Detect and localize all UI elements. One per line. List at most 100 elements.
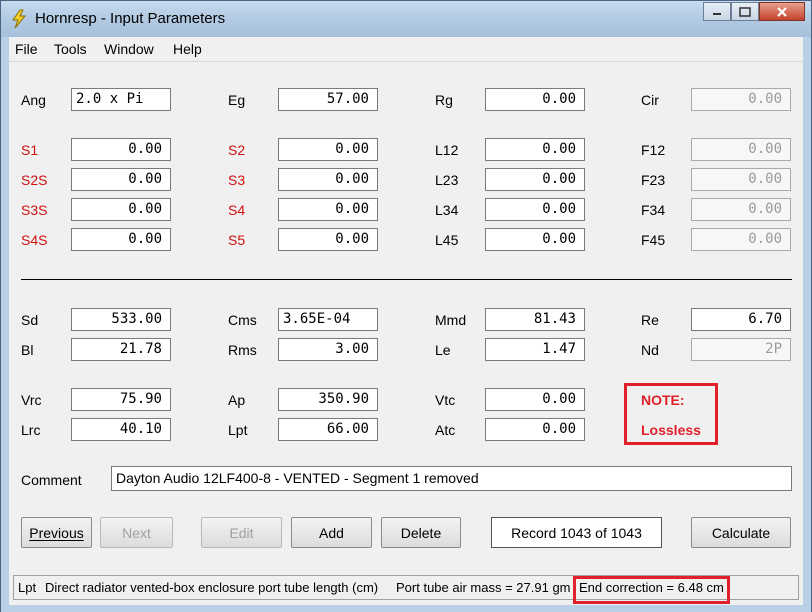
vtc-label: Vtc [435,392,456,408]
sd-label: Sd [21,312,39,328]
note-label: NOTE: [641,392,685,408]
menu-tools[interactable]: Tools [54,41,87,57]
s3s-field[interactable]: 0.00 [71,198,171,221]
f34-label: F34 [641,202,666,218]
next-button-label: Next [122,524,151,541]
atc-label: Atc [435,422,456,438]
menu-bar: File Tools Window Help [9,37,803,62]
calculate-button-label: Calculate [711,524,771,541]
menu-help[interactable]: Help [173,41,202,57]
rg-field[interactable]: 0.00 [485,88,585,111]
delete-button[interactable]: Delete [381,517,461,548]
s2s-label: S2S [21,172,48,188]
status-description: Direct radiator vented-box enclosure por… [45,580,379,595]
nd-label: Nd [641,342,659,358]
l45-label: L45 [435,232,459,248]
maximize-icon [739,6,751,17]
cms-field[interactable]: 3.65E-04 [278,308,378,331]
vtc-field[interactable]: 0.00 [485,388,585,411]
cms-label: Cms [228,312,257,328]
bl-label: Bl [21,342,34,358]
ang-field[interactable]: 2.0 x Pi [71,88,171,111]
f12-field[interactable]: 0.00 [691,138,791,161]
f23-field[interactable]: 0.00 [691,168,791,191]
title-bar[interactable]: Hornresp - Input Parameters [1,1,811,37]
previous-button[interactable]: Previous [21,517,92,548]
l12-field[interactable]: 0.00 [485,138,585,161]
previous-button-label: Previous [29,524,84,541]
s1-field[interactable]: 0.00 [71,138,171,161]
delete-button-label: Delete [400,524,442,541]
minimize-button[interactable] [703,2,731,21]
lrc-label: Lrc [21,422,41,438]
s4s-field[interactable]: 0.00 [71,228,171,251]
s3-field[interactable]: 0.00 [278,168,378,191]
window-frame-right [803,37,811,607]
ap-label: Ap [228,392,246,408]
vrc-field[interactable]: 75.90 [71,388,171,411]
mmd-label: Mmd [435,312,467,328]
menu-file[interactable]: File [15,41,38,57]
eg-label: Eg [228,92,246,108]
atc-field[interactable]: 0.00 [485,418,585,441]
lpt-field[interactable]: 66.00 [278,418,378,441]
window-frame-bottom [1,605,811,612]
lrc-field[interactable]: 40.10 [71,418,171,441]
comment-label: Comment [21,472,82,488]
f45-label: F45 [641,232,666,248]
status-air-mass: Port tube air mass = 27.91 gm [396,580,571,595]
menu-window[interactable]: Window [104,41,154,57]
f34-field[interactable]: 0.00 [691,198,791,221]
s4-label: S4 [228,202,246,218]
s3-label: S3 [228,172,246,188]
comment-field[interactable]: Dayton Audio 12LF400-8 - VENTED - Segmen… [111,466,792,491]
s2-label: S2 [228,142,246,158]
maximize-button[interactable] [731,2,759,21]
window-frame-left [1,37,9,607]
add-button-label: Add [319,524,344,541]
f12-label: F12 [641,142,666,158]
input-parameters-panel: Ang 2.0 x Pi Eg 57.00 Rg 0.00 Cir 0.00 S… [9,62,803,605]
eg-field[interactable]: 57.00 [278,88,378,111]
calculate-button[interactable]: Calculate [691,517,791,548]
s4s-label: S4S [21,232,48,248]
l34-field[interactable]: 0.00 [485,198,585,221]
nd-field[interactable]: 2P [691,338,791,361]
add-button[interactable]: Add [291,517,372,548]
lossless-label: Lossless [641,422,701,438]
l12-label: L12 [435,142,459,158]
re-field[interactable]: 6.70 [691,308,791,331]
s4-field[interactable]: 0.00 [278,198,378,221]
s1-label: S1 [21,142,39,158]
cir-label: Cir [641,92,659,108]
close-button[interactable] [759,2,805,21]
le-field[interactable]: 1.47 [485,338,585,361]
ang-label: Ang [21,92,46,108]
minimize-icon [713,12,721,15]
rg-label: Rg [435,92,453,108]
l45-field[interactable]: 0.00 [485,228,585,251]
sd-field[interactable]: 533.00 [71,308,171,331]
next-button[interactable]: Next [100,517,173,548]
s3s-label: S3S [21,202,48,218]
bl-field[interactable]: 21.78 [71,338,171,361]
s2-field[interactable]: 0.00 [278,138,378,161]
mmd-field[interactable]: 81.43 [485,308,585,331]
edit-button[interactable]: Edit [201,517,282,548]
s2s-field[interactable]: 0.00 [71,168,171,191]
l23-field[interactable]: 0.00 [485,168,585,191]
s5-field[interactable]: 0.00 [278,228,378,251]
re-label: Re [641,312,659,328]
ap-field[interactable]: 350.90 [278,388,378,411]
l34-label: L34 [435,202,459,218]
lpt-label: Lpt [228,422,248,438]
close-icon [777,6,787,17]
f23-label: F23 [641,172,666,188]
vrc-label: Vrc [21,392,42,408]
edit-button-label: Edit [229,524,254,541]
cir-field[interactable]: 0.00 [691,88,791,111]
rms-field[interactable]: 3.00 [278,338,378,361]
section-divider [21,279,792,280]
l23-label: L23 [435,172,459,188]
f45-field[interactable]: 0.00 [691,228,791,251]
